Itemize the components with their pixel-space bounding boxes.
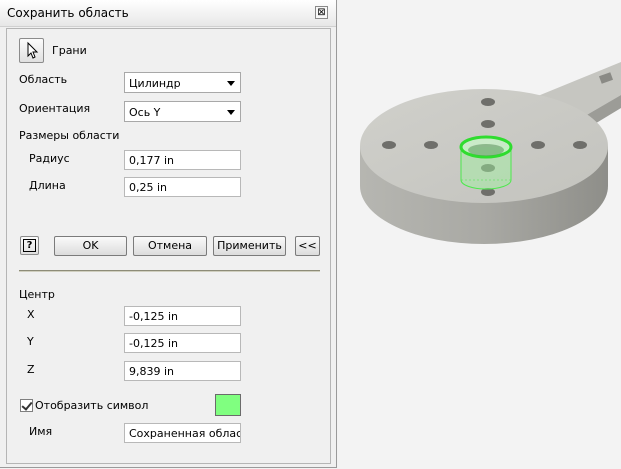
center-z-label: Z xyxy=(27,363,35,376)
help-icon: ? xyxy=(23,239,36,252)
name-label: Имя xyxy=(29,425,53,438)
length-label: Длина xyxy=(29,179,66,192)
center-x-label: X xyxy=(27,308,35,321)
saved-region-cylinder xyxy=(459,135,513,190)
hole xyxy=(481,98,495,106)
center-y-label: Y xyxy=(27,335,34,348)
chevron-down-icon xyxy=(227,110,235,115)
area-select[interactable]: Цилиндр xyxy=(124,72,241,93)
close-button[interactable]: ⊠ xyxy=(315,6,328,19)
length-input[interactable]: 0,25 in xyxy=(124,177,241,197)
title-bar: Сохранить область ⊠ xyxy=(0,0,336,27)
center-x-input[interactable]: -0,125 in xyxy=(124,306,241,326)
dialog-title: Сохранить область xyxy=(7,6,129,20)
display-symbol-label: Отобразить символ xyxy=(35,399,149,412)
collapse-button[interactable]: << xyxy=(295,236,320,256)
apply-button[interactable]: Применить xyxy=(213,236,286,256)
center-label: Центр xyxy=(19,288,55,301)
area-select-value: Цилиндр xyxy=(129,77,181,90)
size-group-label: Размеры области xyxy=(19,129,120,142)
ok-button[interactable]: OK xyxy=(54,236,127,256)
section-divider xyxy=(19,270,320,272)
model-view xyxy=(360,62,621,244)
help-glyph: ? xyxy=(26,240,33,251)
hole xyxy=(573,141,587,149)
name-input[interactable]: Сохраненная область xyxy=(124,423,241,443)
radius-input[interactable]: 0,177 in xyxy=(124,150,241,170)
3d-viewport[interactable] xyxy=(338,0,621,469)
radius-label: Радиус xyxy=(29,152,70,165)
faces-label: Грани xyxy=(52,44,87,57)
orientation-label: Ориентация xyxy=(19,102,91,115)
hole xyxy=(382,141,396,149)
hole xyxy=(424,141,438,149)
cancel-button[interactable]: Отмена xyxy=(133,236,207,256)
area-label: Область xyxy=(19,73,68,86)
orientation-select[interactable]: Ось Y xyxy=(124,101,241,122)
center-z-input[interactable]: 9,839 in xyxy=(124,361,241,381)
hole xyxy=(531,141,545,149)
chevron-down-icon xyxy=(227,81,235,86)
symbol-color-button[interactable] xyxy=(215,394,241,416)
center-y-input[interactable]: -0,125 in xyxy=(124,333,241,353)
faces-select-button[interactable] xyxy=(19,38,44,63)
help-button[interactable]: ? xyxy=(20,236,39,255)
display-symbol-checkbox[interactable] xyxy=(20,399,33,412)
hole xyxy=(481,120,495,128)
save-region-dialog: Сохранить область ⊠ Грани Область Цилинд… xyxy=(0,0,337,468)
orientation-select-value: Ось Y xyxy=(129,106,161,119)
arrow-cursor-icon xyxy=(27,41,39,59)
